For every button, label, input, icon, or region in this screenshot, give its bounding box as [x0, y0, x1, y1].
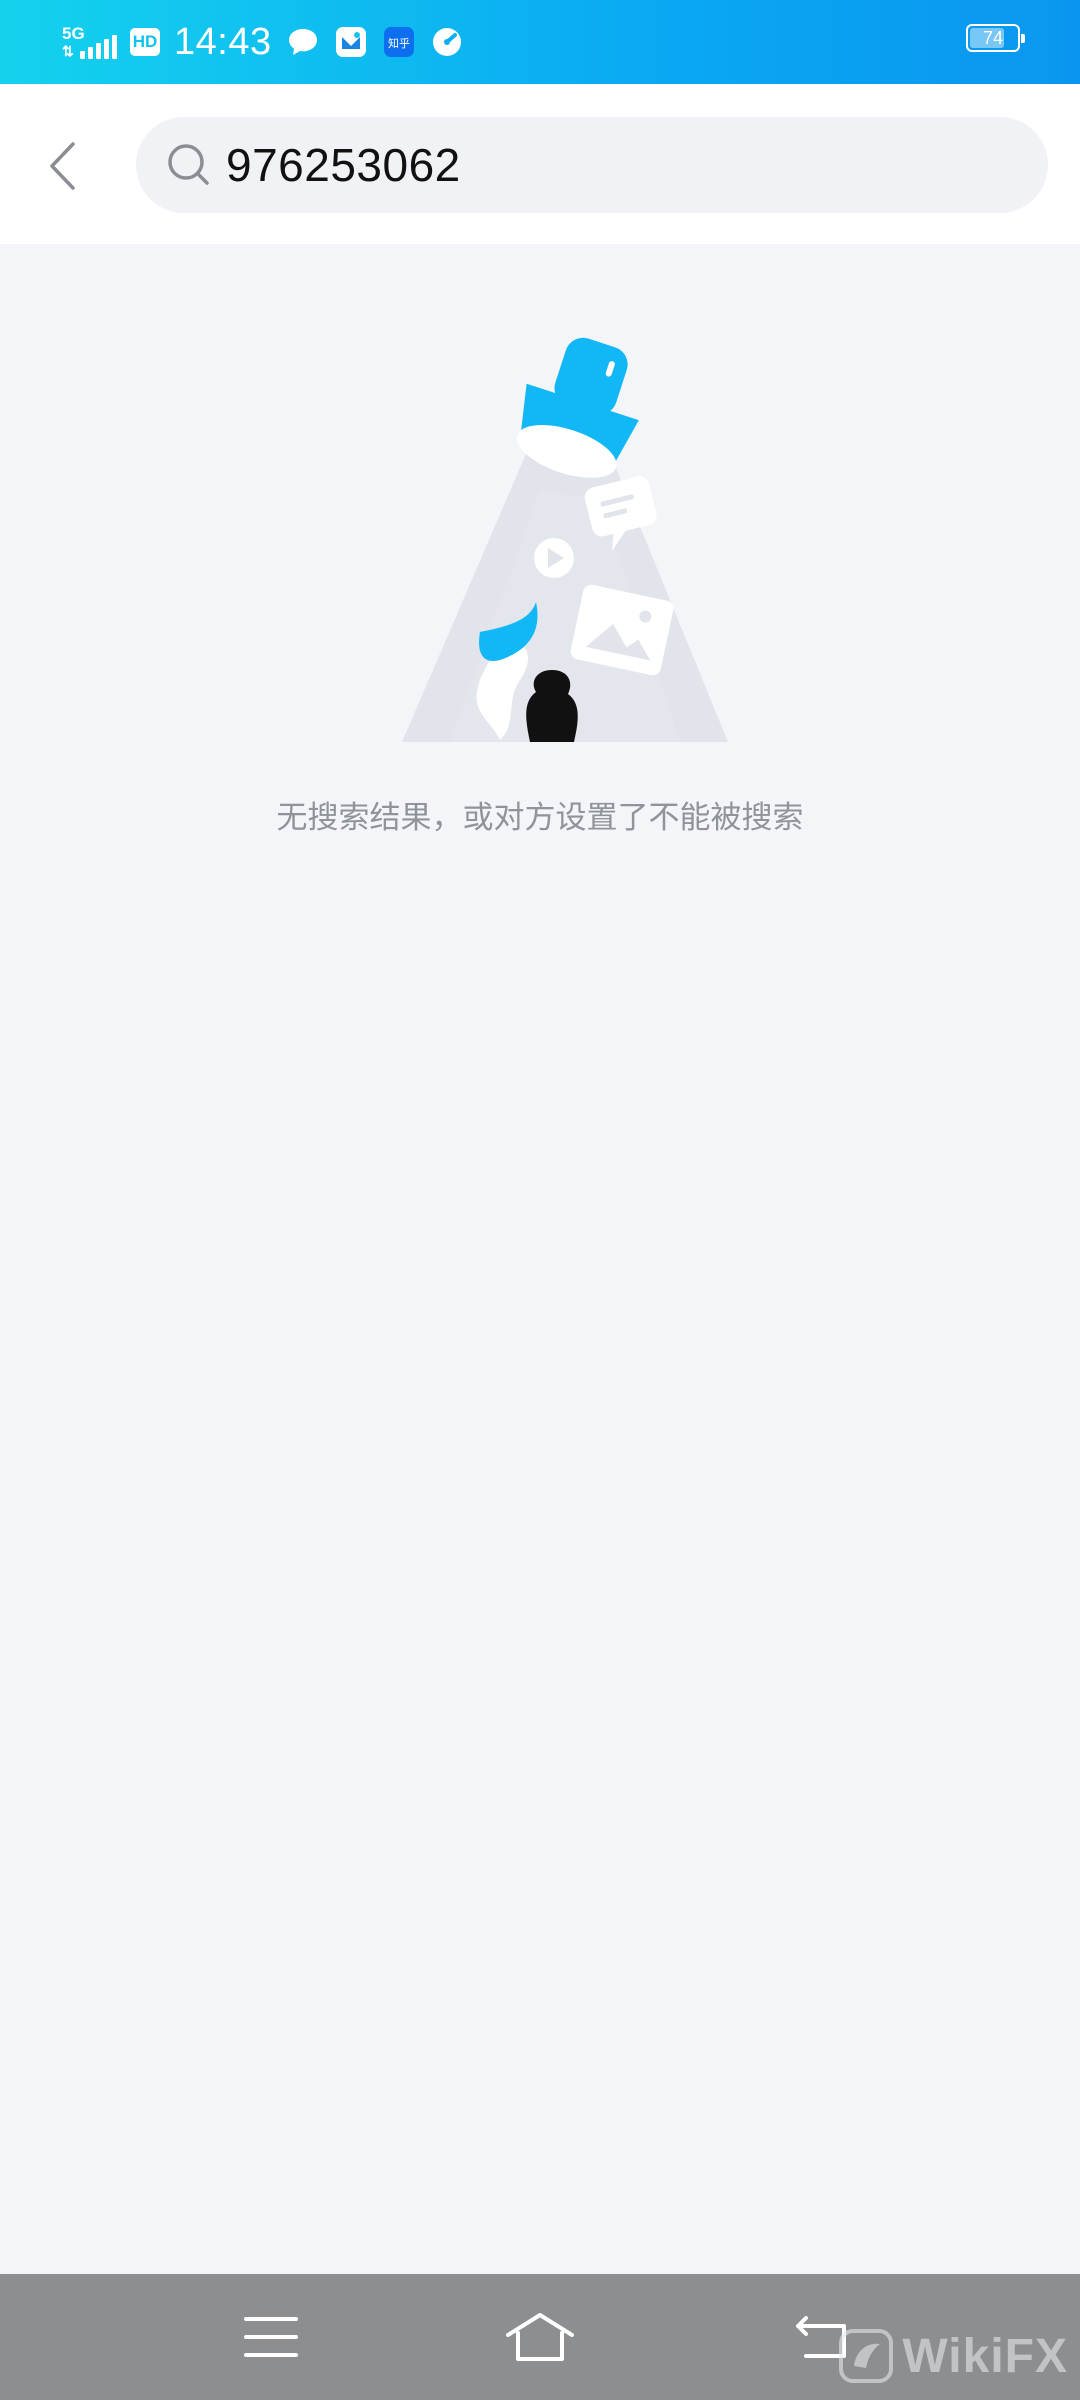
chat-bubble-icon	[286, 25, 320, 59]
flashlight-search-icon	[340, 330, 740, 750]
watermark: WikiFX	[838, 2328, 1068, 2384]
no-results-message: 无搜索结果，或对方设置了不能被搜索	[276, 800, 804, 836]
system-nav-bar: WikiFX	[0, 2274, 1080, 2400]
battery-icon: 74	[966, 24, 1025, 52]
search-icon	[166, 142, 212, 188]
status-clock: 14:43	[174, 20, 272, 63]
hd-voice-icon: HD	[130, 28, 160, 56]
status-right-group: 74	[966, 24, 1025, 52]
mail-app-icon	[334, 25, 368, 59]
wikifx-logo-icon	[839, 2329, 894, 2383]
menu-button[interactable]	[231, 2304, 311, 2370]
search-header: 976253062	[0, 84, 1080, 244]
speed-app-icon	[430, 25, 464, 59]
watermark-text: WikiFX	[902, 2329, 1068, 2383]
svg-text:知乎: 知乎	[388, 36, 410, 50]
menu-icon	[244, 2317, 298, 2357]
home-button[interactable]	[500, 2304, 580, 2370]
status-bar: 5G ⇅ HD 14:43 知乎 74	[0, 0, 1080, 84]
back-button[interactable]	[30, 124, 94, 208]
chevron-left-icon	[50, 142, 75, 190]
battery-level: 74	[982, 27, 1004, 48]
search-input[interactable]: 976253062	[136, 117, 1048, 213]
zhihu-app-icon: 知乎	[382, 25, 416, 59]
home-icon	[506, 2313, 574, 2361]
cellular-signal-icon: 5G ⇅	[60, 21, 117, 63]
search-query[interactable]: 976253062	[226, 138, 461, 192]
status-left-group: 5G ⇅ HD 14:43 知乎	[60, 16, 464, 68]
